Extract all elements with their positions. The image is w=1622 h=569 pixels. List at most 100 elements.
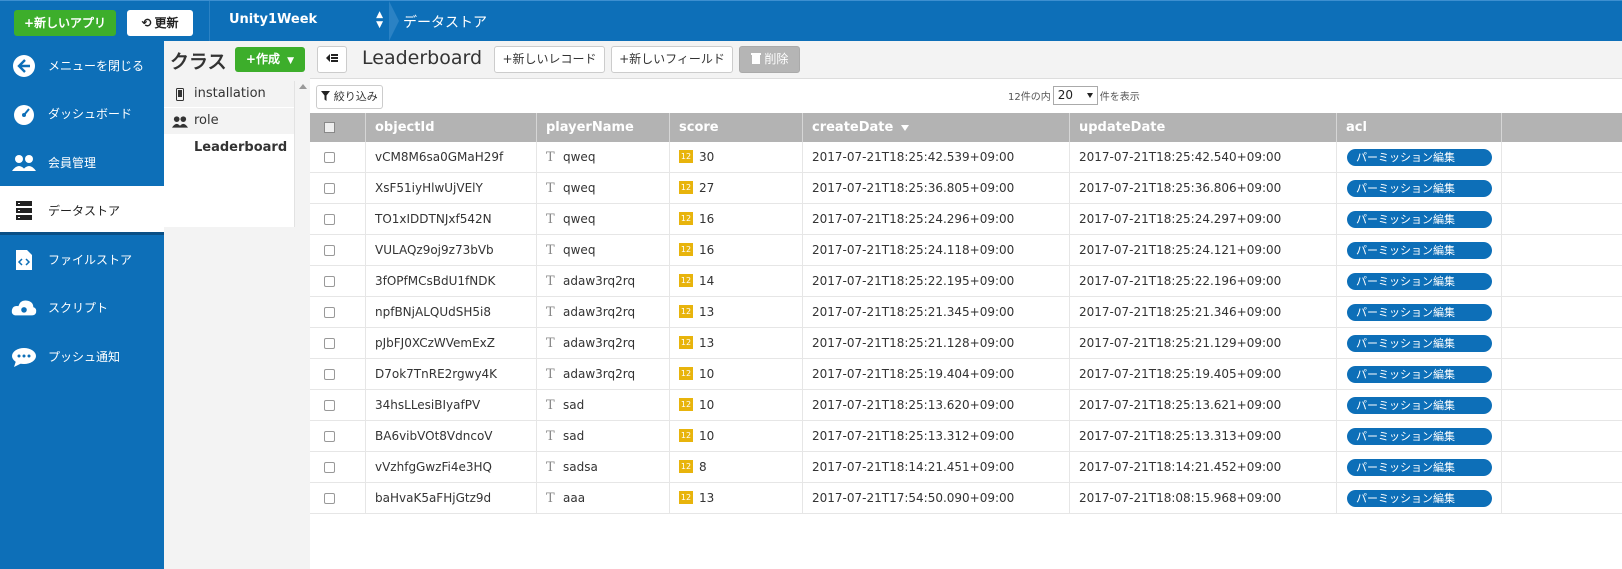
cell-updatedate[interactable]: 2017-07-21T18:14:21.452+09:00 — [1070, 452, 1337, 483]
cell-updatedate[interactable]: 2017-07-21T18:25:24.297+09:00 — [1070, 204, 1337, 235]
cell-playername[interactable]: Tqweq — [537, 204, 670, 235]
column-header-updatedate[interactable]: updateDate — [1070, 113, 1337, 142]
table-row[interactable]: baHvaK5aFHjGtz9d Taaa 12 13 2017-07-21T17:54… — [310, 483, 1622, 514]
sidebar-item-filestore[interactable]: ファイルストア — [0, 235, 164, 284]
select-all-checkbox[interactable] — [324, 122, 335, 133]
cell-playername[interactable]: Tadaw3rq2rq — [537, 266, 670, 297]
cell-objectid[interactable]: VULAQz9oj9z73bVb — [366, 235, 537, 266]
cell-updatedate[interactable]: 2017-07-21T18:25:36.806+09:00 — [1070, 173, 1337, 204]
cell-createdate[interactable]: 2017-07-21T18:25:13.312+09:00 — [803, 421, 1070, 452]
create-class-button[interactable]: +作成 ▼ — [235, 47, 305, 72]
sidebar-item-close-menu[interactable]: メニューを閉じる — [0, 41, 164, 90]
edit-permission-button[interactable]: パーミッション編集 — [1347, 211, 1492, 228]
cell-objectid[interactable]: baHvaK5aFHjGtz9d — [366, 483, 537, 514]
delete-button[interactable]: 削除 — [739, 46, 800, 73]
cell-objectid[interactable]: XsF51iyHlwUjVElY — [366, 173, 537, 204]
edit-permission-button[interactable]: パーミッション編集 — [1347, 397, 1492, 414]
cell-updatedate[interactable]: 2017-07-21T18:25:21.129+09:00 — [1070, 328, 1337, 359]
cell-updatedate[interactable]: 2017-07-21T18:08:15.968+09:00 — [1070, 483, 1337, 514]
app-selector[interactable]: Unity1Week ▲ ▼ — [209, 1, 389, 41]
class-item-installation[interactable]: installation — [164, 81, 294, 107]
cell-playername[interactable]: Taaa — [537, 483, 670, 514]
table-row[interactable]: TO1xIDDTNJxf542N Tqweq 12 16 2017-07-21T18:2… — [310, 204, 1622, 235]
refresh-button[interactable]: ⟲ 更新 — [127, 10, 193, 36]
class-item-leaderboard[interactable]: Leaderboard — [164, 135, 294, 161]
row-checkbox[interactable] — [324, 307, 335, 318]
cell-objectid[interactable]: pJbFJ0XCzWVemExZ — [366, 328, 537, 359]
table-row[interactable]: D7ok7TnRE2rgwy4K Tadaw3rq2rq 12 10 2017-07-2… — [310, 359, 1622, 390]
cell-playername[interactable]: Tsad — [537, 421, 670, 452]
cell-updatedate[interactable]: 2017-07-21T18:25:13.621+09:00 — [1070, 390, 1337, 421]
cell-updatedate[interactable]: 2017-07-21T18:25:21.346+09:00 — [1070, 297, 1337, 328]
sidebar-item-members[interactable]: 会員管理 — [0, 138, 164, 187]
table-row[interactable]: 34hsLLesiBIyafPV Tsad 12 10 2017-07-21T18:25… — [310, 390, 1622, 421]
cell-objectid[interactable]: 34hsLLesiBIyafPV — [366, 390, 537, 421]
cell-playername[interactable]: Tqweq — [537, 173, 670, 204]
column-header-score[interactable]: score — [670, 113, 803, 142]
cell-createdate[interactable]: 2017-07-21T18:25:22.195+09:00 — [803, 266, 1070, 297]
table-row[interactable]: vCM8M6sa0GMaH29f Tqweq 12 30 2017-07-21T18:2… — [310, 142, 1622, 173]
cell-score[interactable]: 12 30 — [670, 142, 803, 173]
cell-score[interactable]: 12 27 — [670, 173, 803, 204]
cell-createdate[interactable]: 2017-07-21T18:25:42.539+09:00 — [803, 142, 1070, 173]
per-page-select[interactable]: 20 — [1052, 85, 1098, 105]
cell-createdate[interactable]: 2017-07-21T18:25:24.296+09:00 — [803, 204, 1070, 235]
column-header-acl[interactable]: acl — [1337, 113, 1502, 142]
column-header-createdate[interactable]: createDate — [803, 113, 1070, 142]
cell-objectid[interactable]: vCM8M6sa0GMaH29f — [366, 142, 537, 173]
row-checkbox[interactable] — [324, 400, 335, 411]
cell-objectid[interactable]: BA6vibVOt8VdncoV — [366, 421, 537, 452]
new-app-button[interactable]: +新しいアプリ — [14, 10, 116, 36]
cell-objectid[interactable]: 3fOPfMCsBdU1fNDK — [366, 266, 537, 297]
cell-createdate[interactable]: 2017-07-21T18:25:36.805+09:00 — [803, 173, 1070, 204]
cell-createdate[interactable]: 2017-07-21T18:14:21.451+09:00 — [803, 452, 1070, 483]
sidebar-item-push[interactable]: プッシュ通知 — [0, 332, 164, 381]
edit-permission-button[interactable]: パーミッション編集 — [1347, 180, 1492, 197]
class-item-role[interactable]: role — [164, 108, 294, 134]
row-checkbox[interactable] — [324, 183, 335, 194]
row-checkbox[interactable] — [324, 214, 335, 225]
cell-score[interactable]: 12 10 — [670, 421, 803, 452]
table-row[interactable]: npfBNjALQUdSH5i8 Tadaw3rq2rq 12 13 2017-07-2… — [310, 297, 1622, 328]
table-row[interactable]: pJbFJ0XCzWVemExZ Tadaw3rq2rq 12 13 2017-07-2… — [310, 328, 1622, 359]
cell-updatedate[interactable]: 2017-07-21T18:25:42.540+09:00 — [1070, 142, 1337, 173]
edit-permission-button[interactable]: パーミッション編集 — [1347, 335, 1492, 352]
cell-score[interactable]: 12 13 — [670, 328, 803, 359]
table-row[interactable]: 3fOPfMCsBdU1fNDK Tadaw3rq2rq 12 14 2017-07-2… — [310, 266, 1622, 297]
cell-objectid[interactable]: TO1xIDDTNJxf542N — [366, 204, 537, 235]
edit-permission-button[interactable]: パーミッション編集 — [1347, 459, 1492, 476]
column-header-objectid[interactable]: objectId — [366, 113, 537, 142]
edit-permission-button[interactable]: パーミッション編集 — [1347, 366, 1492, 383]
row-checkbox[interactable] — [324, 245, 335, 256]
cell-score[interactable]: 12 13 — [670, 297, 803, 328]
row-checkbox[interactable] — [324, 152, 335, 163]
cell-updatedate[interactable]: 2017-07-21T18:25:22.196+09:00 — [1070, 266, 1337, 297]
sidebar-item-datastore[interactable]: データストア — [0, 186, 164, 235]
collapse-panel-button[interactable] — [317, 46, 347, 73]
cell-updatedate[interactable]: 2017-07-21T18:25:13.313+09:00 — [1070, 421, 1337, 452]
cell-createdate[interactable]: 2017-07-21T18:25:19.404+09:00 — [803, 359, 1070, 390]
table-row[interactable]: XsF51iyHlwUjVElY Tqweq 12 27 2017-07-21T18:2… — [310, 173, 1622, 204]
edit-permission-button[interactable]: パーミッション編集 — [1347, 273, 1492, 290]
table-row[interactable]: vVzhfgGwzFi4e3HQ Tsadsa 12 8 2017-07-21T18:1… — [310, 452, 1622, 483]
cell-playername[interactable]: Tadaw3rq2rq — [537, 297, 670, 328]
cell-playername[interactable]: Tsad — [537, 390, 670, 421]
cell-createdate[interactable]: 2017-07-21T18:25:21.345+09:00 — [803, 297, 1070, 328]
sidebar-item-script[interactable]: スクリプト — [0, 283, 164, 332]
cell-score[interactable]: 12 14 — [670, 266, 803, 297]
edit-permission-button[interactable]: パーミッション編集 — [1347, 428, 1492, 445]
edit-permission-button[interactable]: パーミッション編集 — [1347, 149, 1492, 166]
row-checkbox[interactable] — [324, 369, 335, 380]
table-row[interactable]: BA6vibVOt8VdncoV Tsad 12 10 2017-07-21T18:25… — [310, 421, 1622, 452]
cell-playername[interactable]: Tqweq — [537, 142, 670, 173]
row-checkbox[interactable] — [324, 462, 335, 473]
row-checkbox[interactable] — [324, 493, 335, 504]
row-checkbox[interactable] — [324, 338, 335, 349]
cell-objectid[interactable]: npfBNjALQUdSH5i8 — [366, 297, 537, 328]
cell-createdate[interactable]: 2017-07-21T18:25:13.620+09:00 — [803, 390, 1070, 421]
sidebar-item-dashboard[interactable]: ダッシュボード — [0, 89, 164, 138]
cell-score[interactable]: 12 8 — [670, 452, 803, 483]
cell-score[interactable]: 12 10 — [670, 390, 803, 421]
cell-score[interactable]: 12 16 — [670, 235, 803, 266]
cell-objectid[interactable]: vVzhfgGwzFi4e3HQ — [366, 452, 537, 483]
